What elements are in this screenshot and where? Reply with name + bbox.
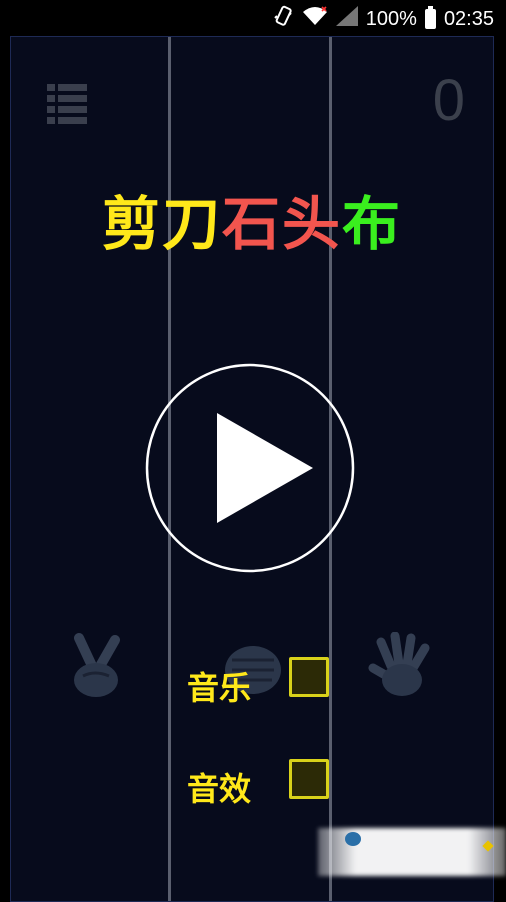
status-bar: 100% 02:35 — [0, 0, 506, 34]
title-char: 石 — [221, 190, 282, 258]
play-button[interactable] — [145, 363, 355, 573]
score-display: 0 — [432, 68, 465, 133]
menu-list-icon[interactable] — [47, 84, 87, 124]
signal-icon — [335, 6, 358, 32]
music-checkbox[interactable] — [289, 657, 329, 697]
sound-effect-checkbox[interactable] — [289, 759, 329, 799]
wifi-icon — [302, 6, 328, 32]
phone-vibrate-icon — [272, 5, 294, 33]
toast-app-icon — [345, 832, 361, 846]
battery-icon — [424, 6, 436, 29]
status-icons: 100% 02:35 — [272, 5, 494, 33]
paper-hand-icon — [367, 631, 437, 702]
clock: 02:35 — [443, 7, 494, 30]
title-char: 刀 — [161, 190, 222, 258]
play-icon — [145, 363, 355, 573]
game-title: 剪刀石头布 — [11, 177, 493, 261]
sound-effect-label: 音效 — [187, 770, 252, 808]
title-char: 布 — [342, 190, 403, 258]
music-label: 音乐 — [187, 669, 252, 707]
game-screen: 0 剪刀石头布 音乐 音效 — [10, 36, 494, 902]
battery-percent: 100% — [365, 7, 417, 30]
title-char: 头 — [282, 190, 343, 258]
scissors-hand-icon — [63, 632, 133, 702]
title-char: 剪 — [101, 190, 162, 258]
